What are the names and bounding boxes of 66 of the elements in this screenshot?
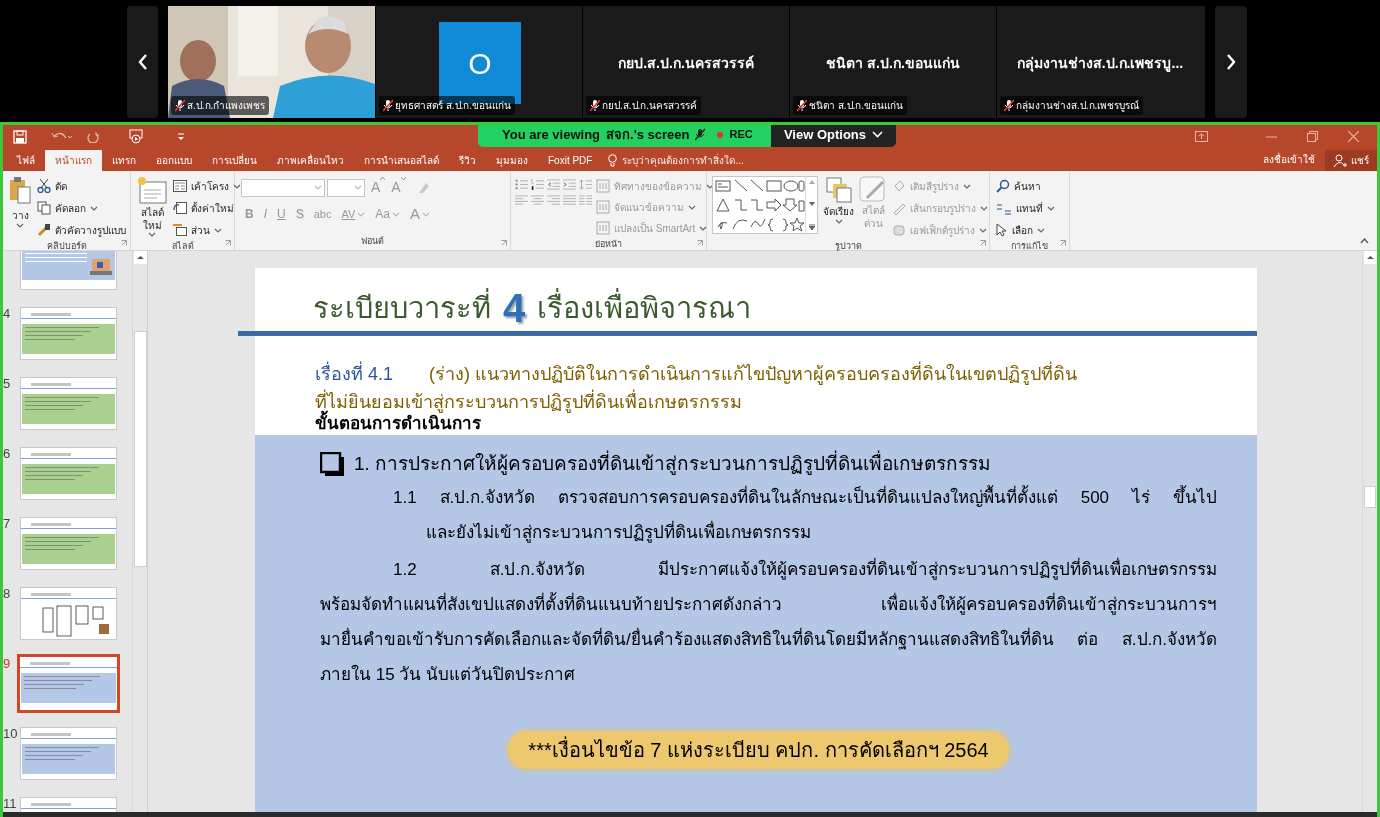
align-text-button[interactable]: จัดแนวข้อความ [596, 197, 714, 217]
slide-number: 11 [3, 797, 18, 811]
format-painter-button[interactable]: ตัวคัดวางรูปแบบ [37, 220, 126, 240]
slide-title: ระเบียบวาระที่ [313, 286, 491, 330]
slide-number: 7 [3, 517, 12, 531]
ribbon-tab[interactable]: แทรก [102, 150, 146, 171]
slide-number: 5 [3, 377, 12, 391]
group-label: รูปวาด [834, 240, 862, 253]
group-label: สไลด์ [171, 240, 194, 253]
text-direction-button[interactable]: ทิศทางของข้อความ [596, 176, 714, 196]
tell-me-field[interactable]: ระบุว่าคุณต้องการทำสิ่งใด... [608, 150, 744, 171]
view-options-button[interactable]: View Options [771, 125, 896, 147]
shape-fill-button[interactable]: เติมสีรูปร่าง [892, 176, 988, 196]
agenda-number: 4 [503, 286, 526, 330]
group-label: ย่อหน้า [595, 238, 622, 251]
share-button[interactable]: แชร์ [1325, 150, 1377, 171]
ribbon-tab[interactable]: ภาพเคลื่อนไหว [267, 150, 354, 171]
participant-name: กยป.ส.ป.ก.นครสวรรค์ [617, 54, 755, 73]
highlighted-note: ***เงื่อนไขข้อ 7 แห่งระเบียบ คปก. การคัดเลือกฯ 2564 [508, 730, 1009, 769]
new-slide-button[interactable]: สไลด์ ใหม่ [137, 176, 167, 240]
participant-label: กลุ่มงานช่างส.ป.ก.เพชรบูรณ์ [1016, 99, 1140, 113]
shape-effects-button[interactable]: เอฟเฟ็กต์รูปร่าง [892, 220, 988, 240]
slide-number: 9 [3, 657, 12, 671]
replace-button[interactable]: แทนที่ [996, 198, 1055, 218]
ribbon-tab[interactable]: Foxit PDF [538, 150, 603, 171]
reset-button[interactable]: ตั้งค่าใหม่ [173, 198, 241, 218]
group-label: การแก้ไข [1011, 240, 1048, 253]
shadow-button[interactable]: S [295, 205, 304, 224]
ribbon-tab[interactable]: ไฟล์ [7, 150, 45, 171]
find-button[interactable]: ค้นหา [996, 176, 1055, 196]
quick-styles-button[interactable]: สไตล์ ด่วน [859, 176, 887, 240]
slide-number: 4 [3, 307, 12, 321]
ribbon-tab[interactable]: การนำเสนอสไลด์ [354, 150, 449, 171]
layout-button[interactable]: เค้าโครง [173, 176, 241, 196]
cut-button[interactable]: ตัด [37, 176, 126, 196]
copy-button[interactable]: คัดลอก [37, 198, 126, 218]
italic-button[interactable]: I [263, 205, 267, 224]
arrange-button[interactable]: จัดเรียง [823, 176, 854, 240]
ribbon-tab[interactable]: มุมมอง [486, 150, 538, 171]
shape-outline-button[interactable]: เส้นกรอบรูปร่าง [892, 198, 988, 218]
paragraph: 1.2 ส.ป.ก.จังหวัด มีประกาศแจ้งให้ผู้ครอบครองที่ดินเข้าสู่กระบวนการปฏิรูปที่ดินเพื่อเกษตรกรรม พร้อมจัดทำแผนที่สังเขปแสดงที่ตั้งที่ดินแนบท้ายประกาศดังกล่าว เพื่อแจ้งให้ผู้ครอบครองที่ดินเข้าสู่กระบวนการฯ มายื่นคำขอเข้ารับการคัดเลือกและจัดที่ดิน/ยื่นคำร้องแสดงสิทธิในที่ดินโดยมีหลักฐานแสดงสิทธิในที่ดิน ต่อ ส.ป.ก.จังหวัด ภายใน 15 วัน นับแต่วันปิดประกาศ [320, 556, 1217, 686]
slide-number: 10 [3, 727, 19, 741]
list-heading: 1. การประกาศให้ผู้ครอบครองที่ดินเข้าสู่กระบวนการปฏิรูปที่ดินเพื่อเกษตรกรรม [354, 450, 992, 479]
group-label: ฟอนต์ [361, 234, 384, 248]
slide-number: 8 [3, 587, 12, 601]
slide-title: เรื่องเพื่อพิจารณา [537, 286, 752, 330]
ribbon-tab[interactable]: ออกแบบ [146, 150, 202, 171]
participant-label: กยป.ส.ป.ก.นครสวรรค์ [602, 99, 698, 113]
participant-name: กลุ่มงานช่างส.ป.ก.เพชรบู... [1015, 54, 1185, 74]
participant-name: ชนิตา ส.ป.ก.ขอนแก่น [825, 54, 961, 73]
sign-in-link[interactable]: ลงชื่อเข้าใช้ [1263, 152, 1315, 167]
banner-text: You are viewing [502, 125, 600, 144]
section-button[interactable]: ส่วน [173, 220, 241, 240]
paragraph: 1.1 ส.ป.ก.จังหวัด ตรวจสอบการครอบครองที่ดินในลักษณะเป็นที่ดินแปลงใหญ่พื้นที่ตั้งแต่ 500 ไร่ ขึ้นไป และยังไม่เข้าสู่กระบวนการปฏิรูปที่ดินเพื่อเกษตรกรรม [392, 484, 1217, 545]
rec-label: REC [729, 127, 753, 143]
ribbon-tab[interactable]: รีวิว [449, 150, 486, 171]
ribbon-tab[interactable]: การเปลี่ยน [202, 150, 267, 171]
banner-text: สจก.'s screen [606, 125, 690, 144]
participant-label: ชนิตา ส.ป.ก.ขอนแก่น [809, 99, 904, 113]
select-button[interactable]: เลือก [996, 220, 1055, 240]
paste-button[interactable]: วาง [9, 176, 31, 240]
smartart-button[interactable]: แปลงเป็น SmartArt [596, 218, 714, 238]
group-label: คลิปบอร์ด [46, 240, 87, 253]
participant-label: ส.ป.ก.กำแพงเพชร [187, 99, 266, 113]
ribbon-tab[interactable]: หน้าแรก [45, 150, 102, 171]
slide-number: 6 [3, 447, 12, 461]
